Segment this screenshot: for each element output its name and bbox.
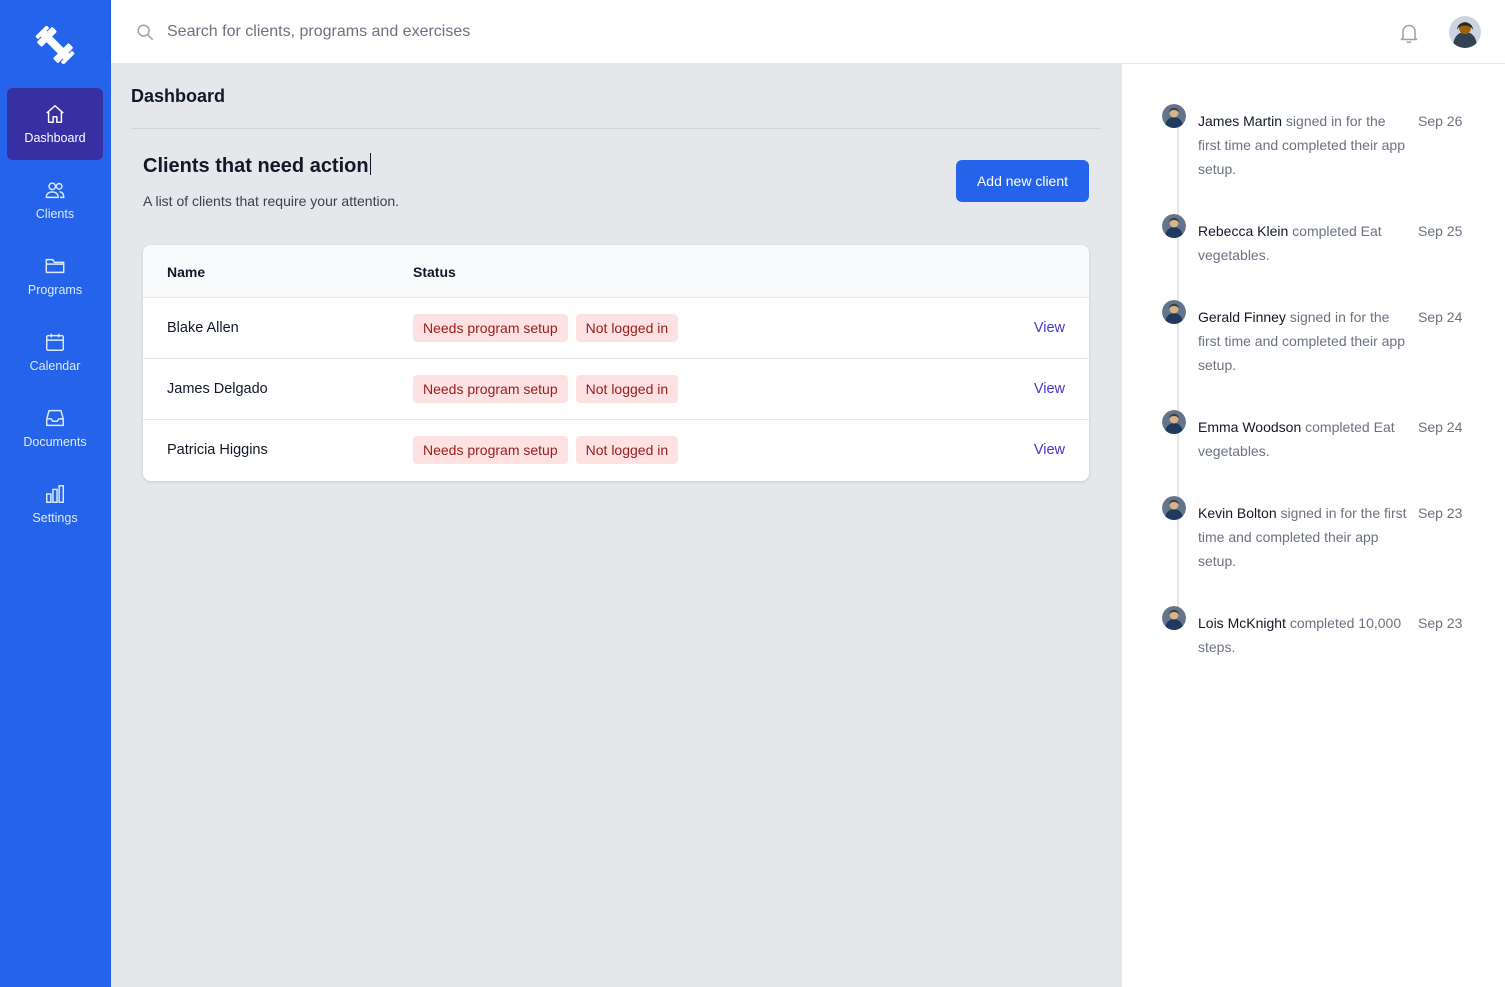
avatar — [1162, 410, 1186, 434]
users-icon — [45, 182, 65, 199]
sidebar-item-calendar[interactable]: Calendar — [7, 316, 103, 388]
sidebar-item-dashboard[interactable]: Dashboard — [7, 88, 103, 160]
sidebar-item-label: Programs — [27, 283, 83, 297]
status-badges: Needs program setup Not logged in — [413, 314, 679, 342]
sidebar-item-documents[interactable]: Documents — [7, 392, 103, 464]
avatar — [1162, 300, 1186, 324]
search-icon — [137, 24, 153, 40]
feed-text: Emma Woodson completed Eat vegetables. — [1198, 419, 1395, 459]
inbox-icon — [46, 409, 64, 427]
sidebar-item-label: Documents — [23, 435, 87, 449]
status-badge: Not logged in — [575, 375, 679, 403]
status-badges: Needs program setup Not logged in — [413, 436, 679, 464]
home-icon — [46, 105, 64, 123]
sidebar-nav: Dashboard Clients Programs Calendar Docu… — [7, 88, 103, 544]
top-bar — [111, 0, 1505, 64]
status-badge: Needs program setup — [413, 314, 568, 342]
view-link[interactable]: View — [1034, 381, 1065, 397]
status-badge: Needs program setup — [413, 375, 568, 403]
bell-icon[interactable] — [1397, 21, 1421, 45]
feed-date: Sep 23 — [1418, 615, 1463, 631]
client-name: Patricia Higgins — [167, 442, 268, 458]
clients-table: Name Status Blake Allen Needs program se… — [143, 245, 1089, 481]
client-name: James Delgado — [167, 381, 268, 397]
sidebar-item-label: Settings — [32, 511, 78, 525]
feed-text: Kevin Bolton signed in for the first tim… — [1198, 505, 1407, 569]
feed-text: Lois McKnight completed 10,000 steps. — [1198, 615, 1402, 655]
sidebar-item-label: Calendar — [29, 359, 81, 373]
add-new-client-button[interactable]: Add new client — [956, 160, 1089, 202]
section-subtitle: A list of clients that require your atte… — [143, 193, 400, 209]
client-name: Blake Allen — [167, 320, 239, 336]
status-badge: Not logged in — [575, 436, 679, 464]
table-row: Patricia Higgins Needs program setup Not… — [143, 420, 1089, 481]
column-header-status: Status — [413, 264, 456, 280]
chart-bar-icon — [46, 485, 64, 503]
text-cursor — [369, 153, 371, 175]
header-divider — [131, 128, 1101, 129]
sidebar-item-programs[interactable]: Programs — [7, 240, 103, 312]
search-input[interactable] — [167, 18, 867, 46]
column-header-name: Name — [167, 264, 206, 280]
user-avatar[interactable] — [1449, 16, 1481, 48]
section-title: Clients that need action — [143, 153, 371, 177]
table-header: Name Status — [143, 245, 1089, 298]
table-row: James Delgado Needs program setup Not lo… — [143, 359, 1089, 420]
avatar — [1162, 606, 1186, 630]
feed-date: Sep 24 — [1418, 419, 1463, 435]
sidebar-item-label: Dashboard — [24, 131, 86, 145]
page-title: Dashboard — [131, 86, 226, 106]
view-link[interactable]: View — [1034, 442, 1065, 458]
avatar — [1162, 104, 1186, 128]
dumbbell-icon[interactable] — [35, 26, 75, 64]
feed-text: Gerald Finney signed in for the first ti… — [1198, 309, 1405, 373]
view-link[interactable]: View — [1034, 320, 1065, 336]
sidebar-item-clients[interactable]: Clients — [7, 164, 103, 236]
feed-user-name[interactable]: James Martin — [1198, 113, 1282, 129]
sidebar: Dashboard Clients Programs Calendar Docu… — [0, 0, 111, 987]
avatar — [1162, 214, 1186, 238]
feed-text: James Martin signed in for the first tim… — [1198, 113, 1405, 177]
feed-user-name[interactable]: Kevin Bolton — [1198, 505, 1277, 521]
status-badge: Not logged in — [575, 314, 679, 342]
feed-date: Sep 24 — [1418, 309, 1463, 325]
activity-feed: James Martin signed in for the first tim… — [1122, 64, 1505, 987]
feed-user-name[interactable]: Gerald Finney — [1198, 309, 1286, 325]
main-content: Dashboard Clients that need action A lis… — [111, 64, 1122, 987]
feed-timeline — [1177, 124, 1179, 624]
avatar — [1162, 496, 1186, 520]
feed-date: Sep 26 — [1418, 113, 1463, 129]
status-badges: Needs program setup Not logged in — [413, 375, 679, 403]
calendar-icon — [46, 333, 64, 351]
feed-date: Sep 23 — [1418, 505, 1463, 521]
table-row: Blake Allen Needs program setup Not logg… — [143, 298, 1089, 359]
feed-user-name[interactable]: Emma Woodson — [1198, 419, 1301, 435]
feed-date: Sep 25 — [1418, 223, 1463, 239]
sidebar-item-settings[interactable]: Settings — [7, 468, 103, 540]
feed-text: Rebecca Klein completed Eat vegetables. — [1198, 223, 1382, 263]
feed-user-name[interactable]: Lois McKnight — [1198, 615, 1286, 631]
feed-user-name[interactable]: Rebecca Klein — [1198, 223, 1288, 239]
status-badge: Needs program setup — [413, 436, 568, 464]
folder-icon — [45, 258, 65, 274]
sidebar-item-label: Clients — [35, 207, 75, 221]
